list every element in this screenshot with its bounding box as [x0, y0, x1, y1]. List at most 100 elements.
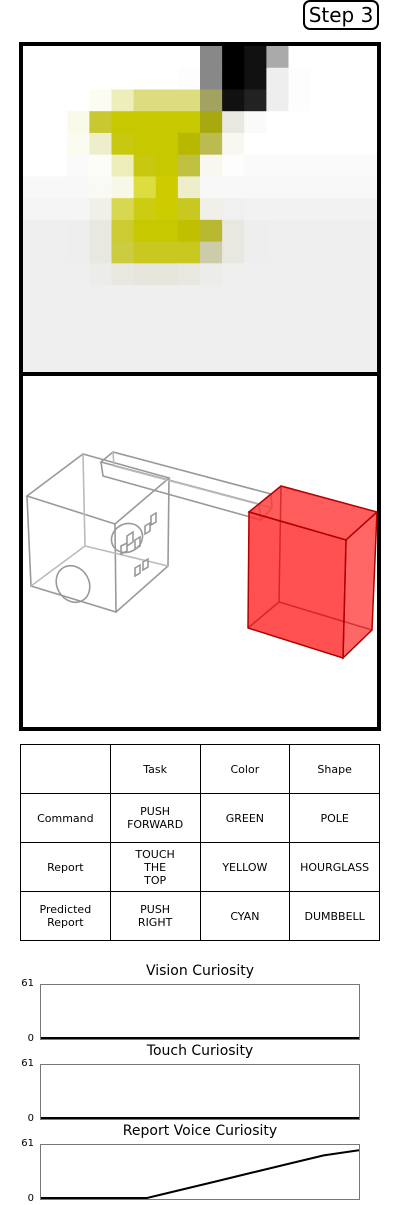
pixel-cell — [288, 176, 312, 199]
table-cell: POLE — [289, 793, 380, 843]
pixel-cell — [354, 154, 377, 177]
table-cell: TOUCH THE TOP — [109, 842, 201, 892]
pixel-cell — [222, 67, 245, 91]
curiosity-series-line — [41, 1149, 360, 1199]
pixel-cell — [332, 67, 356, 91]
table-header-row: Task Color Shape — [20, 744, 380, 794]
pixel-cell — [177, 198, 201, 221]
pixel-cell — [177, 350, 201, 372]
pixel-cell — [288, 111, 312, 134]
pixel-cell — [354, 198, 377, 221]
pixel-cell — [244, 285, 267, 308]
pixel-cell — [244, 350, 267, 372]
pixel-cell — [67, 46, 90, 69]
pixel-cell — [200, 350, 223, 372]
pixel-cell — [133, 350, 157, 372]
pixel-cell — [23, 285, 46, 308]
pixel-cell — [177, 263, 201, 286]
table-header-cell: Color — [199, 744, 291, 794]
pixel-cell — [45, 285, 68, 308]
pixel-cell — [288, 285, 312, 308]
pixel-cell — [266, 67, 290, 91]
pixel-cell — [155, 46, 179, 69]
pixel-cell — [354, 241, 377, 264]
pixel-cell — [45, 263, 68, 286]
pixel-cell — [23, 132, 46, 156]
pixel-cell — [111, 198, 135, 221]
pixel-cell — [45, 241, 68, 264]
pixel-cell — [45, 306, 68, 330]
table-cell: GREEN — [199, 793, 291, 843]
touch-curiosity-title: Touch Curiosity — [146, 1043, 254, 1059]
pixel-cell — [244, 263, 267, 286]
table-row: Report TOUCH THE TOP YELLOW HOURGLASS — [20, 842, 380, 892]
pixel-cell — [177, 285, 201, 308]
pixel-cell — [310, 154, 334, 177]
pixel-cell — [155, 285, 179, 308]
pixel-cell — [222, 219, 245, 243]
pixel-cell — [133, 89, 157, 112]
pixel-cell — [111, 67, 135, 91]
table-cell: YELLOW — [199, 842, 291, 892]
pixel-cell — [288, 328, 312, 351]
pixel-cell — [67, 285, 90, 308]
pixel-cell — [89, 241, 113, 264]
pixel-cell — [177, 306, 201, 330]
pixel-cell — [133, 176, 157, 199]
pixel-cell — [155, 328, 179, 351]
pixel-cell — [310, 350, 334, 372]
pixel-cell — [155, 176, 179, 199]
table-row: Command PUSH FORWARD GREEN POLE — [20, 793, 380, 843]
pixel-cell — [67, 350, 90, 372]
pixel-cell — [200, 285, 223, 308]
pixel-cell — [310, 176, 334, 199]
pixel-cell — [288, 132, 312, 156]
pixel-cell — [23, 46, 46, 69]
pixel-cell — [111, 176, 135, 199]
table-cell: PUSH RIGHT — [109, 891, 201, 941]
pixel-cell — [23, 89, 46, 112]
pixel-cell — [266, 241, 290, 264]
pixel-cell — [244, 198, 267, 221]
pixel-cell — [111, 89, 135, 112]
pixel-cell — [23, 306, 46, 330]
y-max-label: 61 — [21, 1058, 34, 1069]
pixel-cell — [177, 67, 201, 91]
pixel-cell — [67, 67, 90, 91]
pixel-cell — [200, 306, 223, 330]
pixel-cell — [222, 111, 245, 134]
pixel-cell — [200, 263, 223, 286]
pixel-cell — [288, 67, 312, 91]
pixel-cell — [200, 67, 223, 91]
pixel-cell — [133, 198, 157, 221]
pixel-cell — [310, 219, 334, 243]
pixel-cell — [155, 306, 179, 330]
pixel-cell — [133, 67, 157, 91]
pixel-cell — [67, 176, 90, 199]
pixel-cell — [45, 176, 68, 199]
pixel-cell — [177, 328, 201, 351]
pixel-cell — [266, 328, 290, 351]
pixel-cell — [222, 285, 245, 308]
pixel-cell — [67, 241, 90, 264]
pixel-cell — [67, 111, 90, 134]
red-cube — [247, 485, 377, 660]
y-max-label: 61 — [21, 1138, 34, 1149]
pixel-cell — [200, 328, 223, 351]
pixel-cell — [266, 285, 290, 308]
pixel-cell — [111, 328, 135, 351]
pixel-cell — [177, 176, 201, 199]
pixel-cell — [45, 350, 68, 372]
pixel-cell — [155, 111, 179, 134]
pixel-cell — [155, 350, 179, 372]
pixel-cell — [23, 328, 46, 351]
pixel-cell — [45, 328, 68, 351]
pixel-cell — [200, 132, 223, 156]
pixel-cell — [45, 154, 68, 177]
pixel-cell — [45, 67, 68, 91]
table-cell: Command — [20, 793, 111, 843]
pixel-cell — [177, 219, 201, 243]
pixel-cell — [310, 285, 334, 308]
pixel-cell — [354, 132, 377, 156]
pixel-cell — [133, 241, 157, 264]
